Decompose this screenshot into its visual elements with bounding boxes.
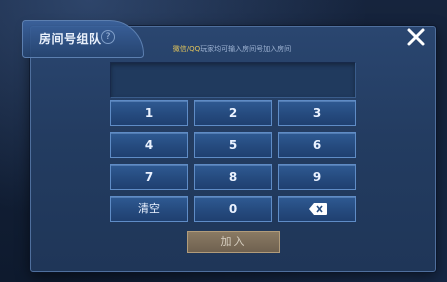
hint-body: 玩家均可输入房间号加入房间: [200, 45, 292, 53]
key-7[interactable]: 7: [110, 164, 188, 190]
key-1[interactable]: 1: [110, 100, 188, 126]
backspace-key[interactable]: [278, 196, 356, 222]
key-3[interactable]: 3: [278, 100, 356, 126]
join-button[interactable]: 加入: [187, 231, 280, 253]
room-number-input[interactable]: [110, 62, 356, 98]
key-2[interactable]: 2: [194, 100, 272, 126]
hint-text: 微信/QQ玩家均可输入房间号加入房间: [30, 44, 434, 54]
key-4[interactable]: 4: [110, 132, 188, 158]
key-0[interactable]: 0: [194, 196, 272, 222]
clear-key[interactable]: 清空: [110, 196, 188, 222]
hint-highlight: 微信/QQ: [172, 45, 201, 53]
backspace-icon: [309, 203, 327, 215]
key-8[interactable]: 8: [194, 164, 272, 190]
help-icon[interactable]: ?: [101, 30, 115, 44]
key-9[interactable]: 9: [278, 164, 356, 190]
key-5[interactable]: 5: [194, 132, 272, 158]
key-6[interactable]: 6: [278, 132, 356, 158]
